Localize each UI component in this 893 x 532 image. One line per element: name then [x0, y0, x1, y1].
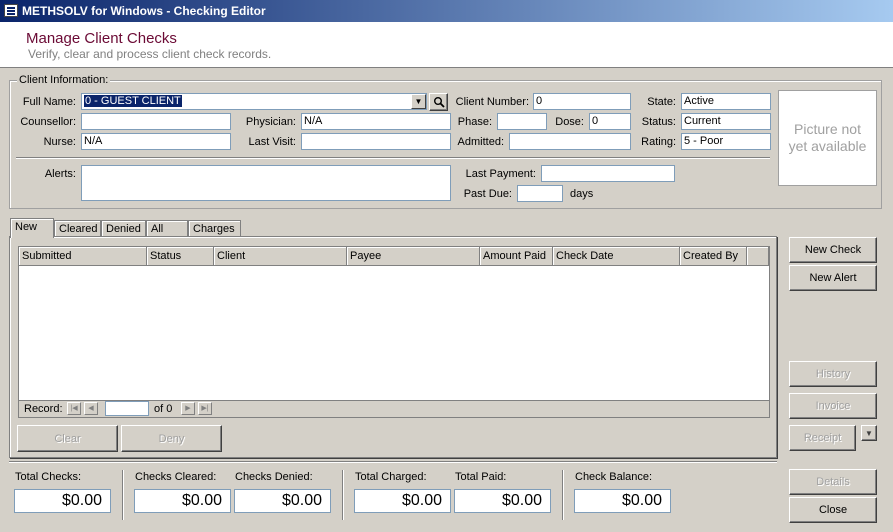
new-check-button[interactable]: New Check: [789, 237, 877, 263]
app-window-icon[interactable]: [4, 4, 18, 17]
first-record-icon[interactable]: |◀: [67, 402, 81, 415]
dose-label: Dose:: [555, 116, 584, 128]
last-payment-label: Last Payment:: [465, 168, 536, 180]
nurse-label: Nurse:: [43, 136, 76, 148]
record-count-label: of 0: [154, 403, 173, 415]
status-field[interactable]: Current: [681, 113, 771, 130]
full-name-combobox[interactable]: 0 - GUEST CLIENT: [81, 93, 427, 110]
physician-field[interactable]: N/A: [301, 113, 451, 130]
rating-field[interactable]: 5 - Poor: [681, 133, 771, 150]
last-record-icon[interactable]: ▶|: [198, 402, 212, 415]
checks-denied-label: Checks Denied:: [235, 471, 313, 483]
checks-grid[interactable]: Submitted Status Client Payee Amount Pai…: [18, 246, 770, 418]
phase-label: Phase:: [457, 116, 492, 128]
phase-field[interactable]: [497, 113, 547, 130]
last-payment-field[interactable]: [541, 165, 675, 182]
total-checks-value: $0.00: [14, 489, 111, 513]
record-number-field[interactable]: [105, 401, 149, 416]
deny-button[interactable]: Deny: [121, 425, 222, 452]
client-information-label: Client Information:: [17, 74, 111, 86]
last-visit-field[interactable]: [301, 133, 451, 150]
next-record-icon[interactable]: ▶: [181, 402, 195, 415]
column-header-payee[interactable]: Payee: [347, 247, 480, 266]
checks-cleared-value: $0.00: [134, 489, 231, 513]
totals-divider: [9, 461, 777, 463]
receipt-button[interactable]: Receipt: [789, 425, 856, 451]
invoice-button[interactable]: Invoice: [789, 393, 877, 419]
totals-separator: [562, 470, 563, 520]
check-balance-value: $0.00: [574, 489, 671, 513]
client-info-divider: [16, 157, 770, 159]
chevron-down-icon: ▼: [865, 428, 873, 438]
page-subtitle: Verify, clear and process client check r…: [28, 47, 272, 61]
client-number-label: Client Number:: [455, 96, 529, 108]
column-header-amount-paid[interactable]: Amount Paid: [480, 247, 553, 266]
column-header-client[interactable]: Client: [214, 247, 347, 266]
chevron-down-icon[interactable]: ▼: [411, 94, 426, 109]
past-due-field[interactable]: [517, 185, 563, 202]
details-button[interactable]: Details: [789, 469, 877, 495]
total-charged-value: $0.00: [354, 489, 451, 513]
client-picture-placeholder: Picture not yet available: [778, 90, 877, 186]
client-number-field[interactable]: 0: [533, 93, 631, 110]
title-bar[interactable]: METHSOLV for Windows - Checking Editor: [0, 0, 893, 22]
close-button[interactable]: Close: [789, 497, 877, 523]
column-header-status[interactable]: Status: [147, 247, 214, 266]
alerts-label: Alerts:: [44, 168, 76, 180]
nurse-field[interactable]: N/A: [81, 133, 231, 150]
check-balance-label: Check Balance:: [575, 471, 653, 483]
checks-cleared-label: Checks Cleared:: [135, 471, 217, 483]
physician-label: Physician:: [245, 116, 296, 128]
counsellor-label: Counsellor:: [20, 116, 76, 128]
state-label: State:: [647, 96, 676, 108]
full-name-value: 0 - GUEST CLIENT: [84, 95, 182, 107]
admitted-field[interactable]: [509, 133, 631, 150]
admitted-label: Admitted:: [457, 136, 504, 148]
clear-button[interactable]: Clear: [17, 425, 118, 452]
totals-separator: [342, 470, 343, 520]
state-field[interactable]: Active: [681, 93, 771, 110]
past-due-label: Past Due:: [463, 188, 512, 200]
page-title: Manage Client Checks: [26, 30, 177, 47]
record-navigation-bar: Record: |◀ ◀ of 0 ▶ ▶|: [19, 400, 769, 417]
column-header-created-by[interactable]: Created By: [680, 247, 747, 266]
dose-field[interactable]: 0: [589, 113, 631, 130]
total-paid-label: Total Paid:: [455, 471, 507, 483]
full-name-label: Full Name:: [22, 96, 76, 108]
window-title: METHSOLV for Windows - Checking Editor: [22, 4, 266, 18]
column-header-submitted[interactable]: Submitted: [19, 247, 147, 266]
previous-record-icon[interactable]: ◀: [84, 402, 98, 415]
total-charged-label: Total Charged:: [355, 471, 427, 483]
status-label: Status:: [641, 116, 676, 128]
alerts-field[interactable]: [81, 165, 451, 201]
record-label: Record:: [24, 403, 63, 415]
totals-separator: [122, 470, 123, 520]
new-alert-button[interactable]: New Alert: [789, 265, 877, 291]
counsellor-field[interactable]: [81, 113, 231, 130]
days-label: days: [570, 188, 594, 200]
column-header-check-date[interactable]: Check Date: [553, 247, 680, 266]
rating-label: Rating:: [641, 136, 676, 148]
page-header: Manage Client Checks Verify, clear and p…: [0, 22, 893, 68]
column-header-filler: [747, 247, 769, 266]
last-visit-label: Last Visit:: [248, 136, 297, 148]
history-button[interactable]: History: [789, 361, 877, 387]
receipt-options-button[interactable]: ▼: [861, 425, 877, 441]
checks-denied-value: $0.00: [234, 489, 331, 513]
tab-new[interactable]: New: [10, 218, 54, 238]
total-paid-value: $0.00: [454, 489, 551, 513]
total-checks-label: Total Checks:: [15, 471, 82, 483]
